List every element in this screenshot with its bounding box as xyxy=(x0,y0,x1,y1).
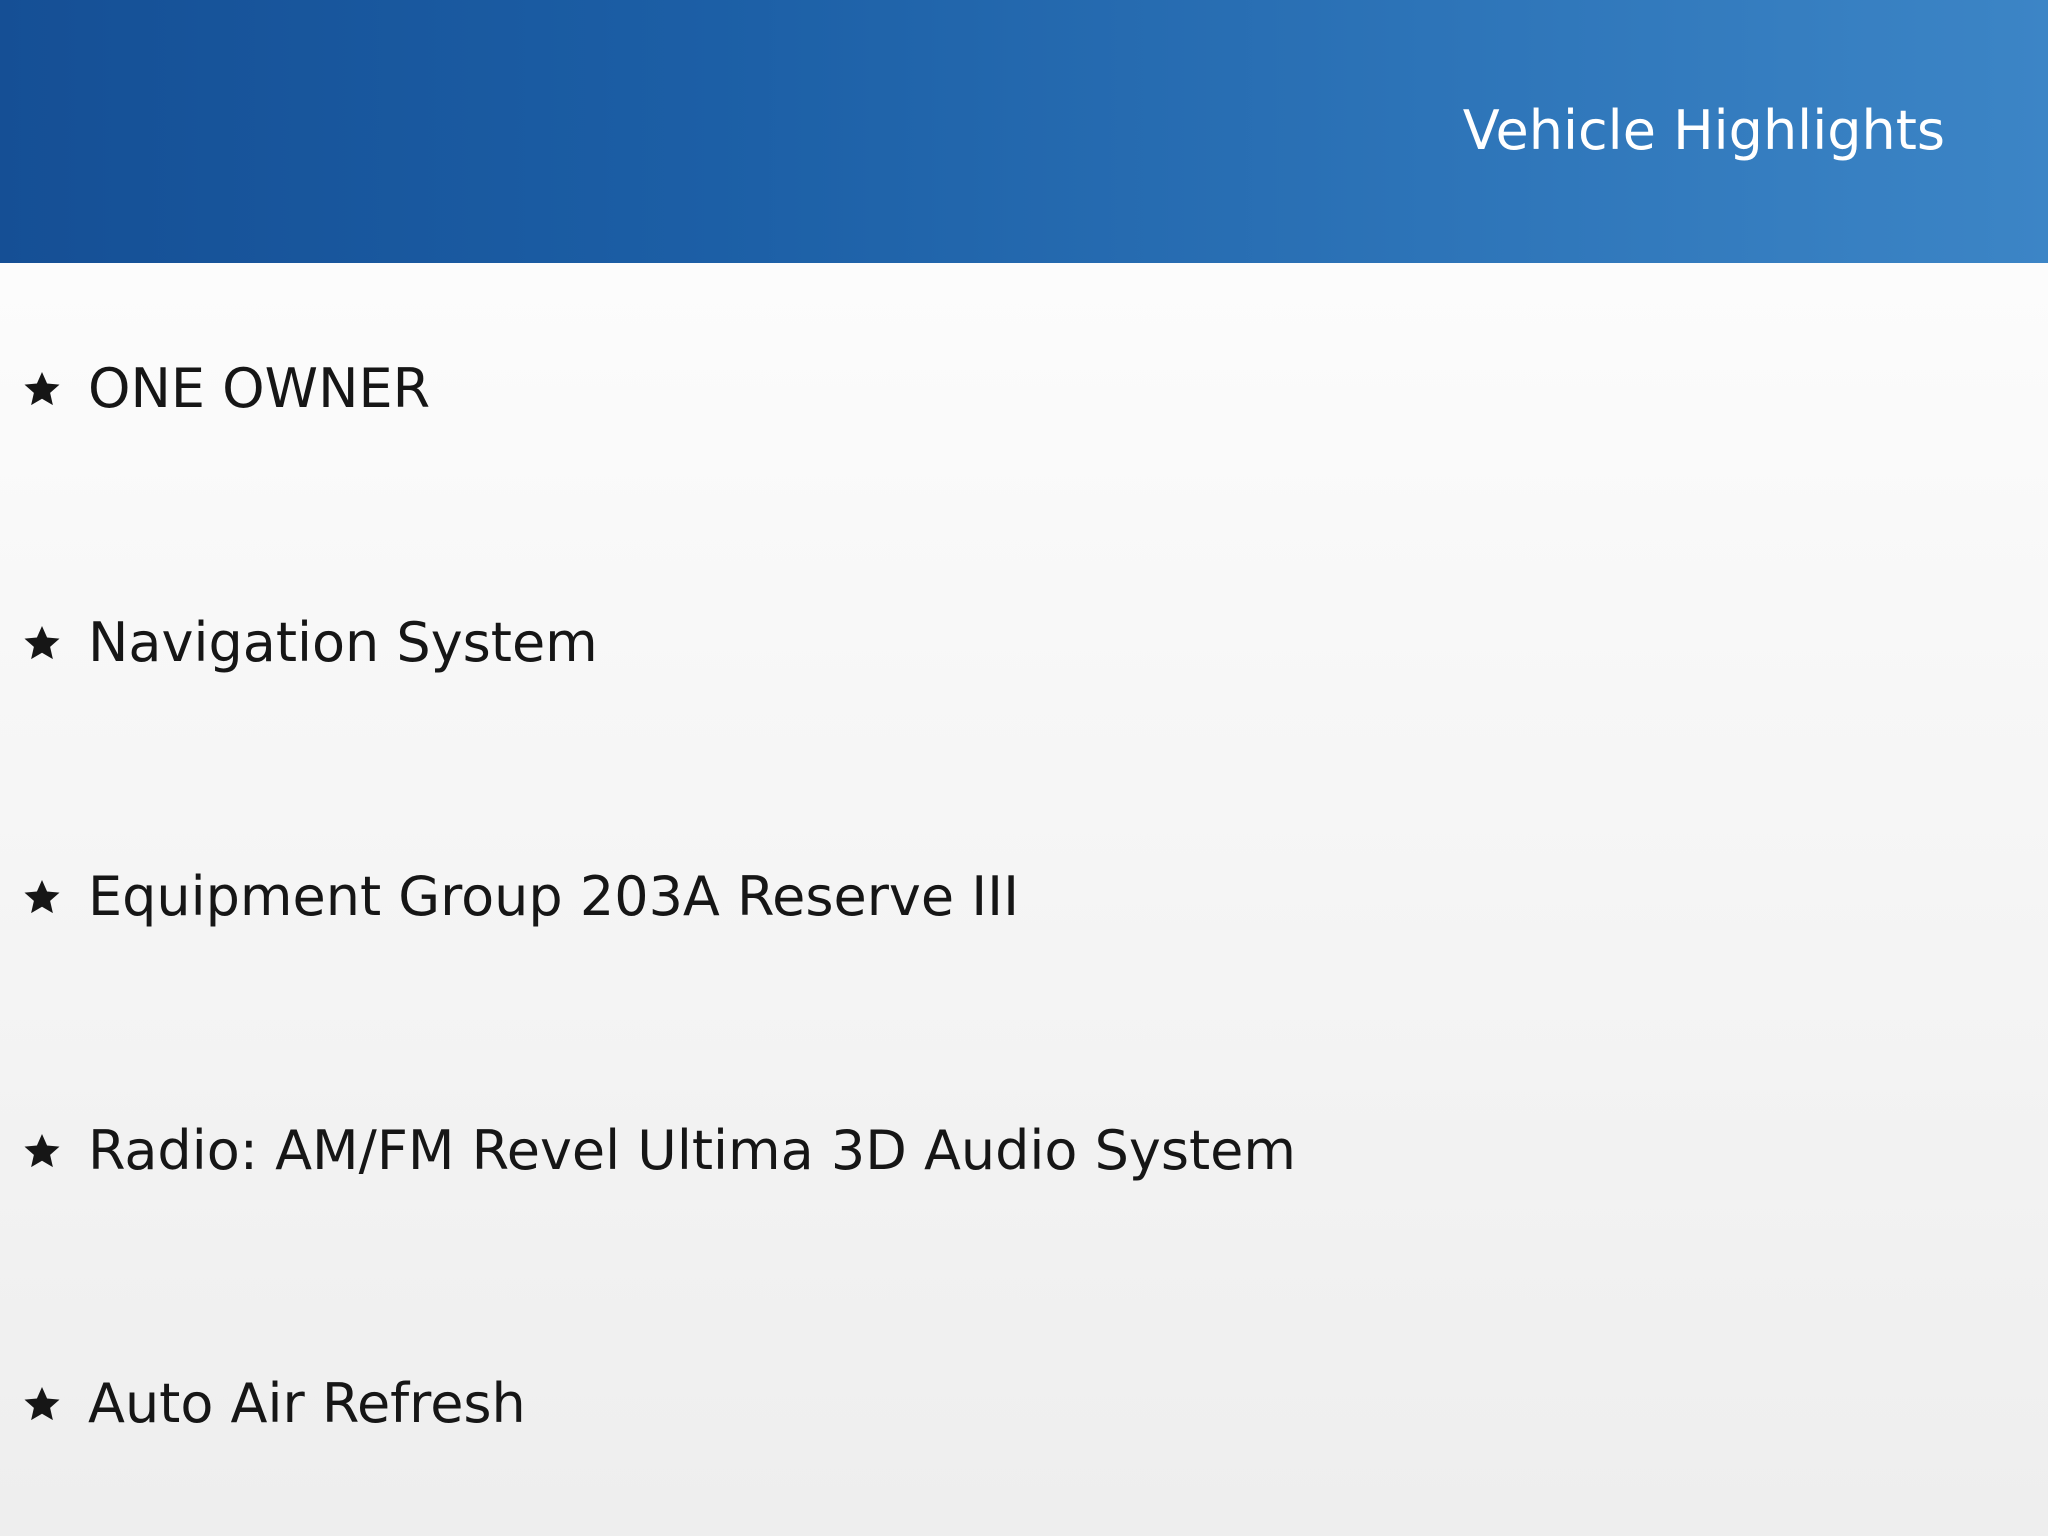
star-icon xyxy=(22,623,62,663)
highlight-label: Auto Air Refresh xyxy=(88,1372,526,1435)
highlights-list: ONE OWNER Navigation System Equipment Gr… xyxy=(0,263,2048,1536)
star-icon xyxy=(22,369,62,409)
page-title: Vehicle Highlights xyxy=(1462,99,1945,162)
star-icon xyxy=(22,1384,62,1424)
highlight-item: Navigation System xyxy=(22,603,598,683)
highlight-label: Radio: AM/FM Revel Ultima 3D Audio Syste… xyxy=(88,1119,1296,1182)
star-icon xyxy=(22,1131,62,1171)
highlight-label: ONE OWNER xyxy=(88,357,431,420)
highlight-item: Equipment Group 203A Reserve III xyxy=(22,857,1019,937)
highlight-label: Navigation System xyxy=(88,611,598,674)
star-icon xyxy=(22,877,62,917)
highlight-item: Radio: AM/FM Revel Ultima 3D Audio Syste… xyxy=(22,1111,1296,1191)
highlight-label: Equipment Group 203A Reserve III xyxy=(88,865,1020,928)
highlight-item: Auto Air Refresh xyxy=(22,1364,526,1444)
highlight-item: ONE OWNER xyxy=(22,349,430,429)
header-banner: Vehicle Highlights xyxy=(0,0,2048,263)
